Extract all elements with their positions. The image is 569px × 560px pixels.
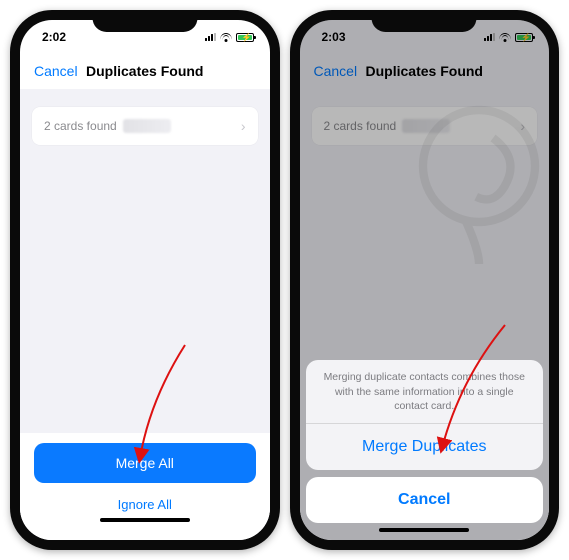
device-notch xyxy=(92,10,197,32)
action-sheet-group: Merging duplicate contacts combines thos… xyxy=(306,360,544,470)
nav-bar: Cancel Duplicates Found xyxy=(20,54,270,89)
content-area: 2 cards found › Merge All Ignore All xyxy=(20,89,270,540)
bottom-actions: Merge All Ignore All xyxy=(20,433,270,540)
page-title: Duplicates Found xyxy=(86,63,203,79)
wifi-icon xyxy=(220,33,232,42)
cancel-button[interactable]: Cancel xyxy=(20,63,78,79)
home-indicator xyxy=(379,528,469,532)
duplicates-group-row[interactable]: 2 cards found › xyxy=(32,107,258,145)
ignore-all-button[interactable]: Ignore All xyxy=(34,497,256,512)
battery-icon: ⚡ xyxy=(236,33,252,42)
screen: 2:02 ⚡ Cancel Duplicates Found 2 cards f… xyxy=(20,20,270,540)
status-icons: ⚡ xyxy=(205,33,252,42)
status-time: 2:02 xyxy=(42,30,66,44)
cellular-signal-icon xyxy=(205,33,216,41)
merge-all-button[interactable]: Merge All xyxy=(34,443,256,483)
action-sheet-message: Merging duplicate contacts combines thos… xyxy=(306,360,544,424)
list-area: 2 cards found › xyxy=(20,89,270,433)
merge-duplicates-button[interactable]: Merge Duplicates xyxy=(306,424,544,470)
chevron-right-icon: › xyxy=(241,118,246,134)
phone-frame-left: 2:02 ⚡ Cancel Duplicates Found 2 cards f… xyxy=(10,10,280,550)
action-sheet: Merging duplicate contacts combines thos… xyxy=(306,360,544,536)
home-indicator xyxy=(100,518,190,522)
screen: 2:03 ⚡ Cancel Duplicates Found 2 cards f… xyxy=(300,20,550,540)
action-sheet-cancel-button[interactable]: Cancel xyxy=(306,477,544,523)
phone-frame-right: 2:03 ⚡ Cancel Duplicates Found 2 cards f… xyxy=(290,10,560,550)
device-notch xyxy=(372,10,477,32)
row-label: 2 cards found xyxy=(44,119,117,133)
redacted-preview xyxy=(123,119,171,133)
